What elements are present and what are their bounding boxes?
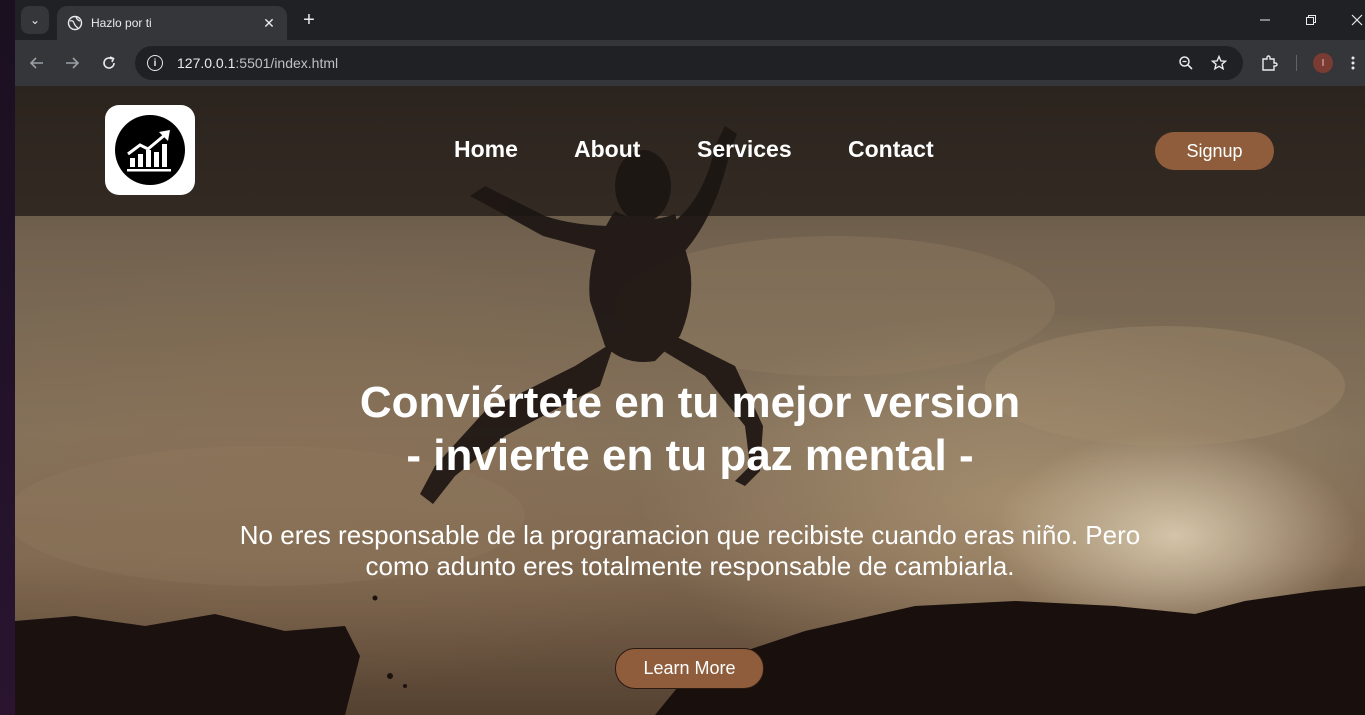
forward-button[interactable] [60,51,84,75]
hero-title-line-2: - invierte en tu paz mental - [406,431,974,480]
hero-title: Conviértete en tu mejor version - invier… [15,376,1365,482]
arrow-right-icon [66,57,80,69]
nav-contact-link[interactable]: Contact [848,136,934,163]
profile-avatar[interactable]: I [1313,53,1333,73]
signup-button[interactable]: Signup [1155,132,1274,170]
tab-bar: ⌄ Hazlo por ti ✕ + [15,0,1365,40]
extensions-button[interactable] [1257,51,1281,75]
minimize-button[interactable] [1245,6,1285,34]
new-tab-button[interactable]: + [297,8,321,32]
close-tab-icon[interactable]: ✕ [261,15,277,32]
hero-description-line-1: No eres responsable de la programacion q… [239,520,1141,550]
hero-description: No eres responsable de la programacion q… [210,520,1170,582]
address-bar[interactable]: i 127.0.0.1:5501/index.html [135,46,1243,80]
url-path: :5501/index.html [235,55,339,71]
restore-icon [1306,15,1316,25]
back-button[interactable] [25,51,49,75]
chevron-down-icon: ⌄ [29,13,41,27]
bookmark-star-icon[interactable] [1210,54,1228,72]
tab-title: Hazlo por ti [91,16,152,30]
site-info-icon[interactable]: i [147,55,163,71]
restore-button[interactable] [1291,6,1331,34]
globe-icon [67,15,83,31]
tab-active[interactable]: Hazlo por ti ✕ [57,6,287,40]
url-text: 127.0.0.1:5501/index.html [177,55,338,71]
kebab-menu-icon [1351,56,1355,70]
reload-button[interactable] [97,51,121,75]
url-host: 127.0.0.1 [177,55,236,71]
close-window-button[interactable] [1337,6,1365,34]
hero-title-line-1: Conviértete en tu mejor version [359,378,1021,427]
nav-about-link[interactable]: About [574,136,640,163]
site-navbar: Home About Services Contact Signup [15,86,1365,216]
nav-services-link[interactable]: Services [697,136,792,163]
star-icon [1211,55,1227,71]
tab-search-button[interactable]: ⌄ [21,6,49,34]
toolbar-divider [1296,55,1297,71]
reload-icon [103,56,115,69]
puzzle-icon [1262,55,1278,71]
nav-home-link[interactable]: Home [454,136,518,163]
menu-button[interactable] [1346,51,1360,75]
minimize-icon [1260,19,1270,21]
learn-more-button[interactable]: Learn More [615,648,764,689]
desktop-edge [0,0,15,715]
close-icon [1351,14,1363,26]
hero-description-line-2: como adunto eres totalmente responsable … [365,551,1015,581]
zoom-icon[interactable] [1177,54,1195,72]
browser-toolbar: i 127.0.0.1:5501/index.html I [15,40,1365,86]
arrow-left-icon [29,57,43,69]
page-viewport: Home About Services Contact Signup Convi… [15,86,1365,715]
browser-window: ⌄ Hazlo por ti ✕ + i 127.0.0.1:5501/inde… [15,0,1365,715]
magnifier-minus-icon [1179,56,1193,70]
